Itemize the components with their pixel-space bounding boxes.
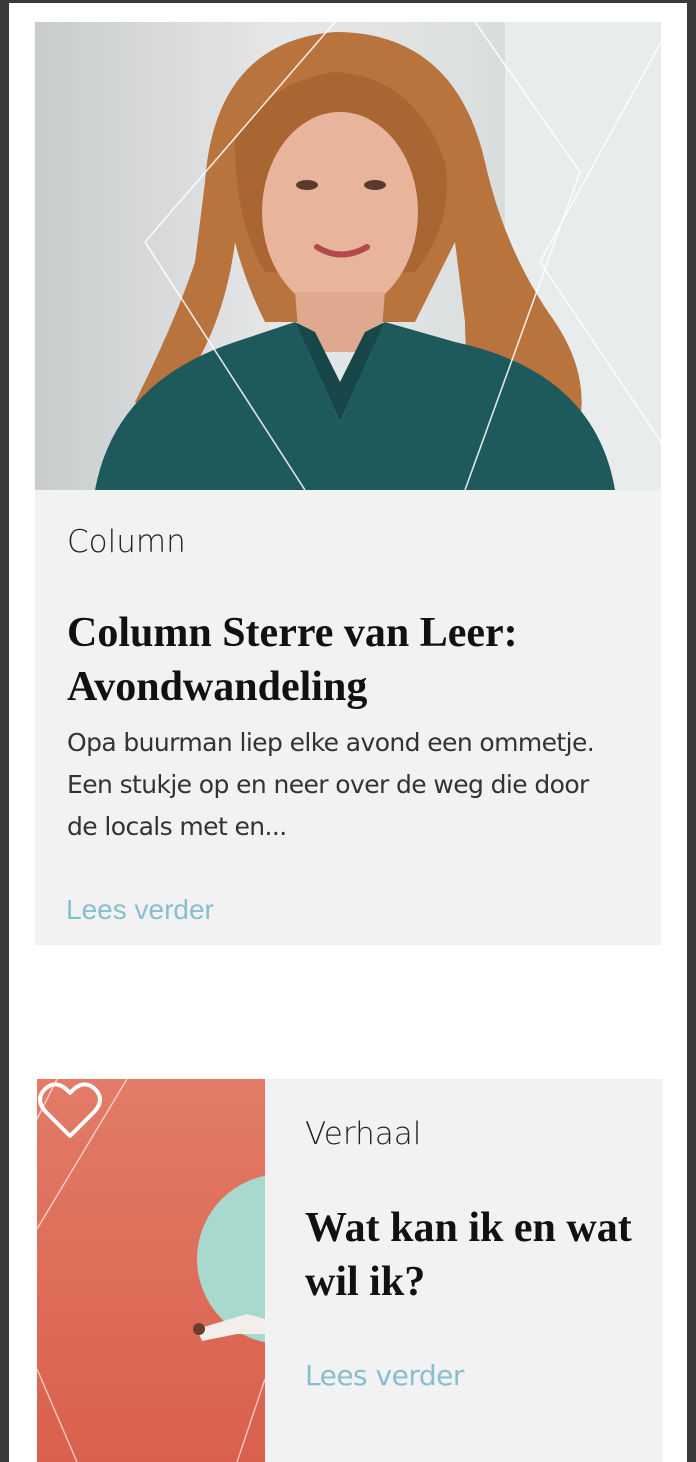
portrait-photo xyxy=(35,22,661,490)
heart-icon[interactable] xyxy=(37,1079,103,1141)
article-excerpt-line: de locals met en... xyxy=(67,812,287,841)
article-excerpt-line: Een stukje op en neer over de weg die do… xyxy=(67,770,589,799)
window-frame-left xyxy=(0,0,9,1462)
article-card-column[interactable]: Column Column Sterre van Leer: Avondwand… xyxy=(35,22,661,945)
article-title[interactable]: Column Sterre van Leer: Avondwandeling xyxy=(67,606,518,714)
article-excerpt-line: Opa buurman liep elke avond een ommetje. xyxy=(67,728,595,757)
article-title-line: wil ik? xyxy=(305,1259,426,1305)
article-category: Column xyxy=(67,524,186,560)
read-more-link[interactable]: Lees verder xyxy=(66,894,214,926)
window-frame-right xyxy=(687,0,696,1462)
article-card-verhaal[interactable]: Verhaal Wat kan ik en wat wil ik? Lees v… xyxy=(37,1079,663,1462)
article-excerpt: Opa buurman liep elke avond een ommetje.… xyxy=(67,722,595,848)
article-category: Verhaal xyxy=(305,1116,422,1152)
article-title-line: Wat kan ik en wat xyxy=(305,1205,632,1251)
read-more-link[interactable]: Lees verder xyxy=(305,1359,464,1392)
window-frame-top xyxy=(0,0,696,3)
article-title-line: Avondwandeling xyxy=(67,664,368,710)
article-title-line: Column Sterre van Leer: xyxy=(67,610,518,656)
article-title[interactable]: Wat kan ik en wat wil ik? xyxy=(305,1201,632,1309)
illustration-photo xyxy=(37,1079,265,1462)
